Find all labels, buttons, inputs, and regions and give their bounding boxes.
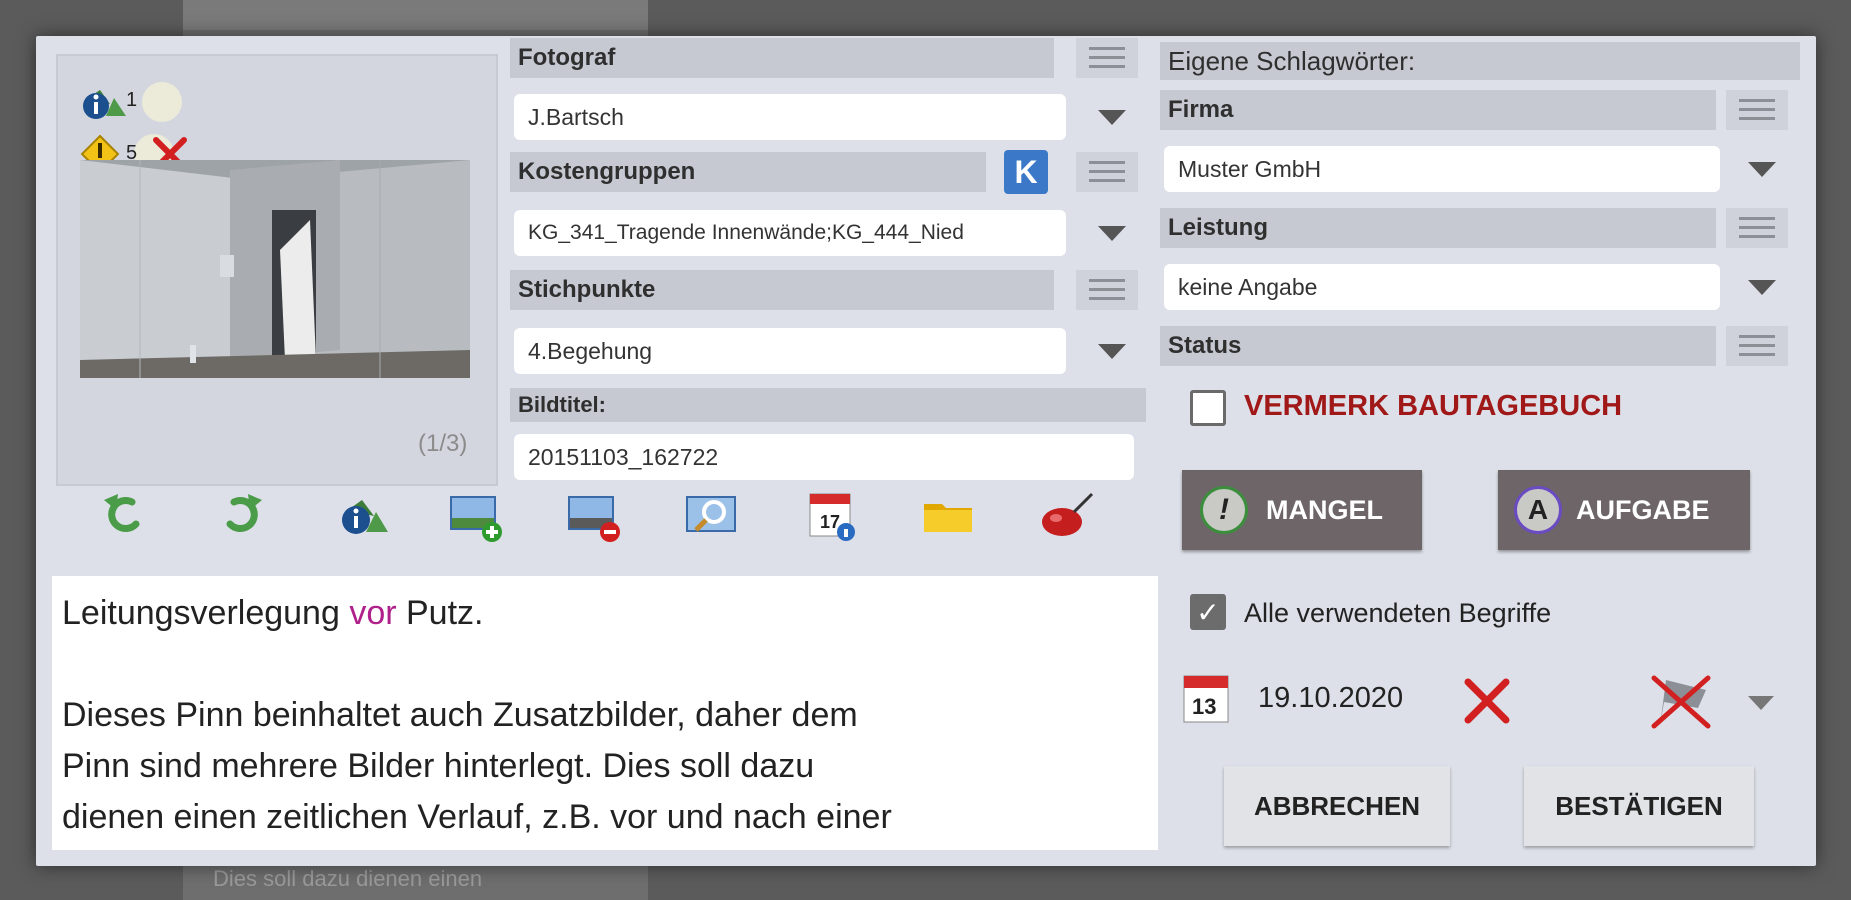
remove-image-icon[interactable]	[566, 488, 622, 544]
description-text: Leitungsverlegung	[62, 594, 350, 632]
leistung-label: Leistung	[1168, 214, 1268, 241]
folder-icon[interactable]	[920, 488, 976, 544]
info-image-icon[interactable]	[334, 488, 390, 544]
room-photo-image	[80, 160, 470, 378]
cancel-button[interactable]: ABBRECHEN	[1224, 766, 1450, 846]
fotograf-label: Fotograf	[518, 44, 616, 71]
alle-begriffe-checkbox[interactable]: ✓	[1190, 594, 1226, 630]
bildtitel-input[interactable]: 20151103_162722	[514, 434, 1134, 480]
fotograf-value: J.Bartsch	[528, 103, 624, 130]
firma-label: Firma	[1168, 96, 1234, 123]
leistung-header: Leistung	[1160, 208, 1716, 248]
alle-begriffe-label[interactable]: Alle verwendeten Begriffe	[1244, 598, 1551, 629]
clear-date-icon[interactable]	[1462, 676, 1512, 726]
flag-dropdown-icon[interactable]	[1748, 696, 1774, 710]
firma-value: Muster GmbH	[1178, 155, 1322, 182]
kostengruppen-header: Kostengruppen	[510, 152, 986, 192]
firma-dropdown-icon[interactable]	[1748, 162, 1776, 177]
photo-thumbnail[interactable]	[80, 160, 470, 378]
calendar-icon[interactable]: 13	[1182, 672, 1230, 724]
pin-edit-dialog: 1 5 (1/3) Fotograf J.Bartsch Kostengrupp…	[36, 36, 1816, 866]
description-line-4: dienen einen zeitlichen Verlauf, z.B. vo…	[62, 798, 892, 836]
description-blank-line	[62, 639, 1158, 690]
keywords-title-label: Eigene Schlagwörter:	[1168, 45, 1416, 76]
zoom-image-icon[interactable]	[684, 488, 740, 544]
photo-pager: (1/3)	[418, 430, 468, 457]
kostengruppen-label: Kostengruppen	[518, 158, 696, 185]
bildtitel-label: Bildtitel:	[518, 392, 606, 417]
stichpunkte-header: Stichpunkte	[510, 270, 1054, 310]
stichpunkte-select[interactable]: 4.Begehung	[514, 328, 1066, 374]
add-image-icon[interactable]	[448, 488, 504, 544]
kostengruppen-select[interactable]: KG_341_Tragende Innenwände;KG_444_Nied	[514, 210, 1066, 256]
leistung-dropdown-icon[interactable]	[1748, 280, 1776, 295]
keywords-title: Eigene Schlagwörter:	[1160, 42, 1800, 80]
kostengruppen-menu-icon[interactable]	[1076, 152, 1138, 192]
kostengruppen-value: KG_341_Tragende Innenwände;KG_444_Nied	[528, 221, 964, 244]
aufgabe-icon: A	[1514, 486, 1562, 534]
description-textarea[interactable]: Leitungsverlegung vor Putz. Dieses Pinn …	[52, 576, 1158, 850]
description-highlight: vor	[349, 594, 397, 632]
description-text: Putz.	[396, 594, 484, 632]
aufgabe-label: AUFGABE	[1576, 494, 1710, 525]
vermerk-checkbox[interactable]	[1190, 390, 1226, 426]
vermerk-label[interactable]: VERMERK BAUTAGEBUCH	[1244, 390, 1622, 423]
no-flag-icon[interactable]	[1650, 672, 1716, 732]
status-menu-icon[interactable]	[1726, 326, 1788, 366]
description-line-3: Pinn sind mehrere Bilder hinterlegt. Die…	[62, 747, 815, 785]
description-line-1: Leitungsverlegung vor Putz.	[62, 588, 1158, 639]
rotate-left-icon[interactable]	[96, 488, 152, 544]
info-badge-count: 1	[126, 89, 138, 111]
color-pin-icon[interactable]	[1038, 488, 1094, 544]
rotate-right-icon[interactable]	[214, 488, 270, 544]
date-value[interactable]: 19.10.2020	[1258, 682, 1403, 715]
aufgabe-button[interactable]: A AUFGABE	[1498, 470, 1750, 550]
stichpunkte-label: Stichpunkte	[518, 276, 656, 303]
firma-header: Firma	[1160, 90, 1716, 130]
confirm-button[interactable]: BESTÄTIGEN	[1524, 766, 1754, 846]
kostengruppen-dropdown-icon[interactable]	[1098, 226, 1126, 241]
k-badge-label: K	[1014, 153, 1038, 190]
description-line-2: Dieses Pinn beinhaltet auch Zusatzbilder…	[62, 696, 858, 734]
mangel-button[interactable]: ! MANGEL	[1182, 470, 1422, 550]
svg-text:17: 17	[820, 512, 840, 532]
leistung-select[interactable]: keine Angabe	[1164, 264, 1720, 310]
fotograf-menu-icon[interactable]	[1076, 38, 1138, 78]
mangel-icon: !	[1200, 486, 1248, 534]
kostengruppen-k-button[interactable]: K	[1004, 150, 1048, 194]
status-header: Status	[1160, 326, 1716, 366]
fotograf-dropdown-icon[interactable]	[1098, 110, 1126, 125]
firma-menu-icon[interactable]	[1726, 90, 1788, 130]
stichpunkte-value: 4.Begehung	[528, 337, 653, 364]
leistung-menu-icon[interactable]	[1726, 208, 1788, 248]
status-label: Status	[1168, 332, 1242, 359]
fotograf-header: Fotograf	[510, 38, 1054, 78]
mangel-label: MANGEL	[1266, 494, 1383, 525]
fotograf-select[interactable]: J.Bartsch	[514, 94, 1066, 140]
leistung-value: keine Angabe	[1178, 273, 1318, 300]
calendar-info-icon[interactable]: 17	[802, 488, 858, 544]
background-text: Dies soll dazu dienen einen	[213, 866, 483, 891]
bildtitel-value: 20151103_162722	[528, 443, 719, 470]
stichpunkte-dropdown-icon[interactable]	[1098, 344, 1126, 359]
firma-select[interactable]: Muster GmbH	[1164, 146, 1720, 192]
calendar-day: 13	[1192, 694, 1216, 719]
bildtitel-header: Bildtitel:	[510, 388, 1146, 422]
stichpunkte-menu-icon[interactable]	[1076, 270, 1138, 310]
